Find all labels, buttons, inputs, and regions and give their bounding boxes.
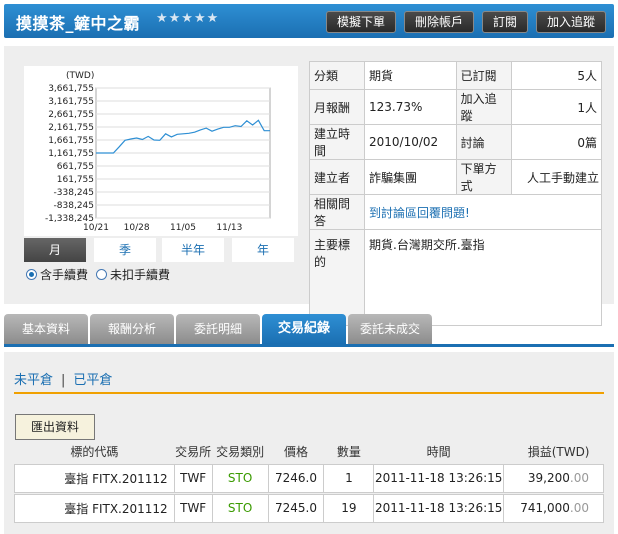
closed-positions-link[interactable]: 已平倉 bbox=[73, 373, 112, 388]
y-tick-label: 2,161,755 bbox=[48, 123, 94, 133]
period-tab-half-year[interactable]: 半年 bbox=[162, 238, 224, 262]
y-tick-label: -338,245 bbox=[54, 188, 94, 198]
info-label: 已訂閱 bbox=[455, 61, 512, 90]
column-header: 時間 bbox=[426, 445, 451, 460]
info-label: 月報酬 bbox=[309, 89, 365, 125]
section-divider bbox=[14, 392, 604, 394]
tab-return-analysis[interactable]: 報酬分析 bbox=[90, 314, 174, 344]
info-label: 主要標的 bbox=[309, 229, 365, 326]
trade-pl-amount: 39,200 bbox=[527, 471, 570, 485]
y-tick-label: 1,161,755 bbox=[48, 149, 94, 159]
column-header: 數量 bbox=[336, 445, 361, 460]
column-header: 價格 bbox=[283, 445, 308, 460]
info-label: 分類 bbox=[309, 61, 365, 90]
info-value: 人工手動建立 bbox=[510, 159, 603, 195]
trade-symbol: 臺指 FITX.201112 bbox=[14, 463, 175, 493]
tab-order-details[interactable]: 委託明細 bbox=[176, 314, 260, 344]
add-tracking-button[interactable]: 加入追蹤 bbox=[536, 11, 606, 33]
trade-price: 7245.0 bbox=[267, 493, 325, 523]
trade-pl-amount: 741,000 bbox=[520, 501, 570, 515]
info-label: 建立時間 bbox=[309, 124, 365, 160]
detail-tabs: 基本資料 報酬分析 委託明細 交易紀錄 委託未成交 bbox=[4, 314, 614, 344]
delete-account-button[interactable]: 刪除帳戶 bbox=[404, 11, 474, 33]
period-tab-year[interactable]: 年 bbox=[232, 238, 294, 262]
radio-include-fee-label: 含手續費 bbox=[40, 268, 89, 282]
discussion-reply-link[interactable]: 到討論區回覆問題! bbox=[369, 206, 470, 220]
return-line-chart: (TWD) 3,661,755 3,161,755 2,661,755 2,161,7… bbox=[45, 71, 271, 233]
x-tick-label: 11/05 bbox=[170, 223, 196, 233]
column-header: 損益(TWD) bbox=[527, 445, 590, 460]
y-tick-label: 3,161,755 bbox=[48, 97, 94, 107]
trade-exchange: TWF bbox=[173, 493, 213, 523]
y-tick-label: 3,661,755 bbox=[48, 84, 94, 94]
info-label: 建立者 bbox=[309, 159, 365, 195]
info-value: 詐騙集團 bbox=[364, 159, 457, 195]
trade-exchange: TWF bbox=[173, 463, 213, 493]
period-tab-quarter[interactable]: 季 bbox=[94, 238, 156, 262]
tab-basic-info[interactable]: 基本資料 bbox=[4, 314, 88, 344]
radio-unchecked-icon bbox=[96, 269, 107, 280]
trade-quantity: 1 bbox=[323, 463, 375, 493]
y-tick-label: 1,661,755 bbox=[48, 136, 94, 146]
subscribe-button[interactable]: 訂閱 bbox=[482, 11, 528, 33]
simulate-order-button[interactable]: 模擬下單 bbox=[326, 11, 396, 33]
trade-pl: 741,000.00 bbox=[503, 493, 604, 523]
period-selector: 月 季 半年 年 bbox=[24, 238, 298, 262]
table-row: 臺指 FITX.201112 TWF STO 7246.0 1 2011-11-… bbox=[14, 463, 604, 493]
column-header: 交易所 bbox=[175, 445, 212, 460]
trade-type: STO bbox=[211, 493, 269, 523]
filter-separator: | bbox=[61, 373, 66, 388]
trade-type: STO bbox=[211, 463, 269, 493]
info-label: 討論 bbox=[455, 124, 512, 160]
info-label: 相關問答 bbox=[309, 194, 365, 230]
x-tick-label: 10/21 bbox=[83, 223, 109, 233]
info-value: 0篇 bbox=[510, 124, 603, 160]
info-value: 期貨.台灣期交所.臺指 bbox=[364, 229, 602, 326]
info-value: 2010/10/02 bbox=[364, 124, 457, 160]
position-filter: 未平倉 | 已平倉 bbox=[14, 369, 112, 388]
trade-time: 2011-11-18 13:26:15 bbox=[373, 493, 505, 523]
trade-table: 標的代碼 交易所 交易類別 價格 數量 時間 損益(TWD) 臺指 FITX.2… bbox=[14, 440, 604, 523]
rating-stars-icon: ★★★★★ bbox=[156, 11, 220, 26]
tab-pending-orders[interactable]: 委託未成交 bbox=[348, 314, 432, 344]
trade-price: 7246.0 bbox=[267, 463, 325, 493]
trade-pl: 39,200.00 bbox=[503, 463, 604, 493]
trade-pl-cents: .00 bbox=[569, 471, 589, 485]
trade-pl-cents: .00 bbox=[569, 501, 589, 515]
column-header: 標的代碼 bbox=[70, 445, 119, 460]
return-chart: (TWD) 3,661,755 3,161,755 2,661,755 2,161,7… bbox=[24, 66, 298, 236]
info-value: 期貨 bbox=[364, 61, 457, 90]
y-tick-label: 661,755 bbox=[57, 162, 94, 172]
info-value: 123.73% bbox=[364, 89, 457, 125]
strategy-header: 摸摸茶_鏟中之霸 ★★★★★ 模擬下單 刪除帳戶 訂閱 加入追蹤 bbox=[4, 4, 614, 38]
export-data-button[interactable]: 匯出資料 bbox=[15, 414, 95, 440]
tab-trade-records[interactable]: 交易紀錄 bbox=[262, 314, 346, 344]
period-tab-month[interactable]: 月 bbox=[24, 238, 86, 262]
info-value: 5人 bbox=[510, 61, 603, 90]
radio-checked-icon bbox=[26, 269, 37, 280]
trade-symbol: 臺指 FITX.201112 bbox=[14, 493, 175, 523]
y-tick-label: -838,245 bbox=[54, 201, 94, 211]
strategy-title: 摸摸茶_鏟中之霸 bbox=[16, 14, 141, 33]
chart-y-label: (TWD) bbox=[66, 71, 94, 81]
trade-quantity: 19 bbox=[323, 493, 375, 523]
open-positions-link[interactable]: 未平倉 bbox=[14, 373, 53, 388]
y-tick-label: 161,755 bbox=[57, 175, 94, 185]
strategy-info-table: 分類 期貨 已訂閱 5人 月報酬 123.73% 加入追蹤 1人 建立時間 20… bbox=[309, 61, 603, 326]
info-label: 加入追蹤 bbox=[455, 89, 512, 125]
y-tick-label: 2,661,755 bbox=[48, 110, 94, 120]
info-label: 下單方式 bbox=[455, 159, 512, 195]
trade-table-header: 標的代碼 交易所 交易類別 價格 數量 時間 損益(TWD) bbox=[15, 440, 604, 464]
radio-include-fee[interactable]: 含手續費 bbox=[26, 266, 88, 283]
x-tick-label: 11/13 bbox=[216, 223, 242, 233]
column-header: 交易類別 bbox=[216, 445, 265, 460]
radio-exclude-fee[interactable]: 未扣手續費 bbox=[96, 266, 170, 283]
radio-exclude-fee-label: 未扣手續費 bbox=[110, 268, 171, 282]
x-tick-label: 10/28 bbox=[124, 223, 150, 233]
trade-time: 2011-11-18 13:26:15 bbox=[373, 463, 505, 493]
info-value: 1人 bbox=[510, 89, 603, 125]
table-row: 臺指 FITX.201112 TWF STO 7245.0 19 2011-11… bbox=[14, 493, 604, 523]
